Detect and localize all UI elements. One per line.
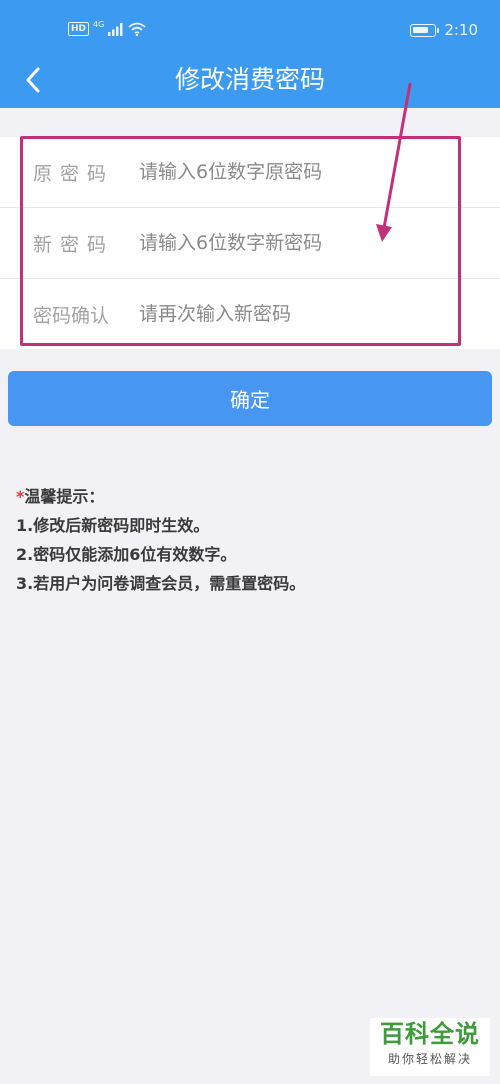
watermark-sub: 助你轻松解决 [387,1052,472,1066]
watermark-logo: 百科全说 助你轻松解决 [370,1018,490,1076]
confirm-password-label: 密码确认 [33,304,110,327]
tips-section: *温馨提示： 1.修改后新密码即时生效。 2.密码仅能添加6位有效数字。 3.若… [16,482,305,598]
old-password-label: 原密码 [33,162,115,185]
status-right: 2:10 [410,21,478,39]
status-left: HD 4G [68,19,146,36]
form-row-confirm-password: 密码确认 [0,279,500,349]
tips-title: 温馨提示： [24,487,105,506]
signal-icon [108,22,123,36]
app-header: HD 4G 2:10 修改消费密码 [0,0,500,108]
tip-item: 2.密码仅能添加6位有效数字。 [16,545,237,564]
tip-item: 3.若用户为问卷调查会员，需重置密码。 [16,574,306,593]
new-password-label: 新密码 [33,233,115,256]
hd-badge: HD [68,22,90,36]
wifi-icon [128,22,146,36]
confirm-password-input[interactable] [139,294,439,334]
battery-icon [410,23,440,37]
form-row-new-password: 新密码 [0,208,500,278]
status-bar: HD 4G 2:10 [0,0,500,62]
confirm-button[interactable]: 确定 [8,371,492,426]
battery-fill [413,26,428,33]
old-password-input[interactable] [139,152,439,192]
tips-title-line: *温馨提示： [16,482,305,511]
status-time: 2:10 [444,21,478,39]
password-form: 原密码 新密码 密码确认 [0,137,500,349]
new-password-input[interactable] [139,223,439,263]
network-type-label: 4G [93,19,105,29]
watermark-main: 百科全说 [380,1020,480,1048]
page-title: 修改消费密码 [174,65,325,94]
form-row-old-password: 原密码 [0,137,500,207]
tip-item: 1.修改后新密码即时生效。 [16,516,210,535]
